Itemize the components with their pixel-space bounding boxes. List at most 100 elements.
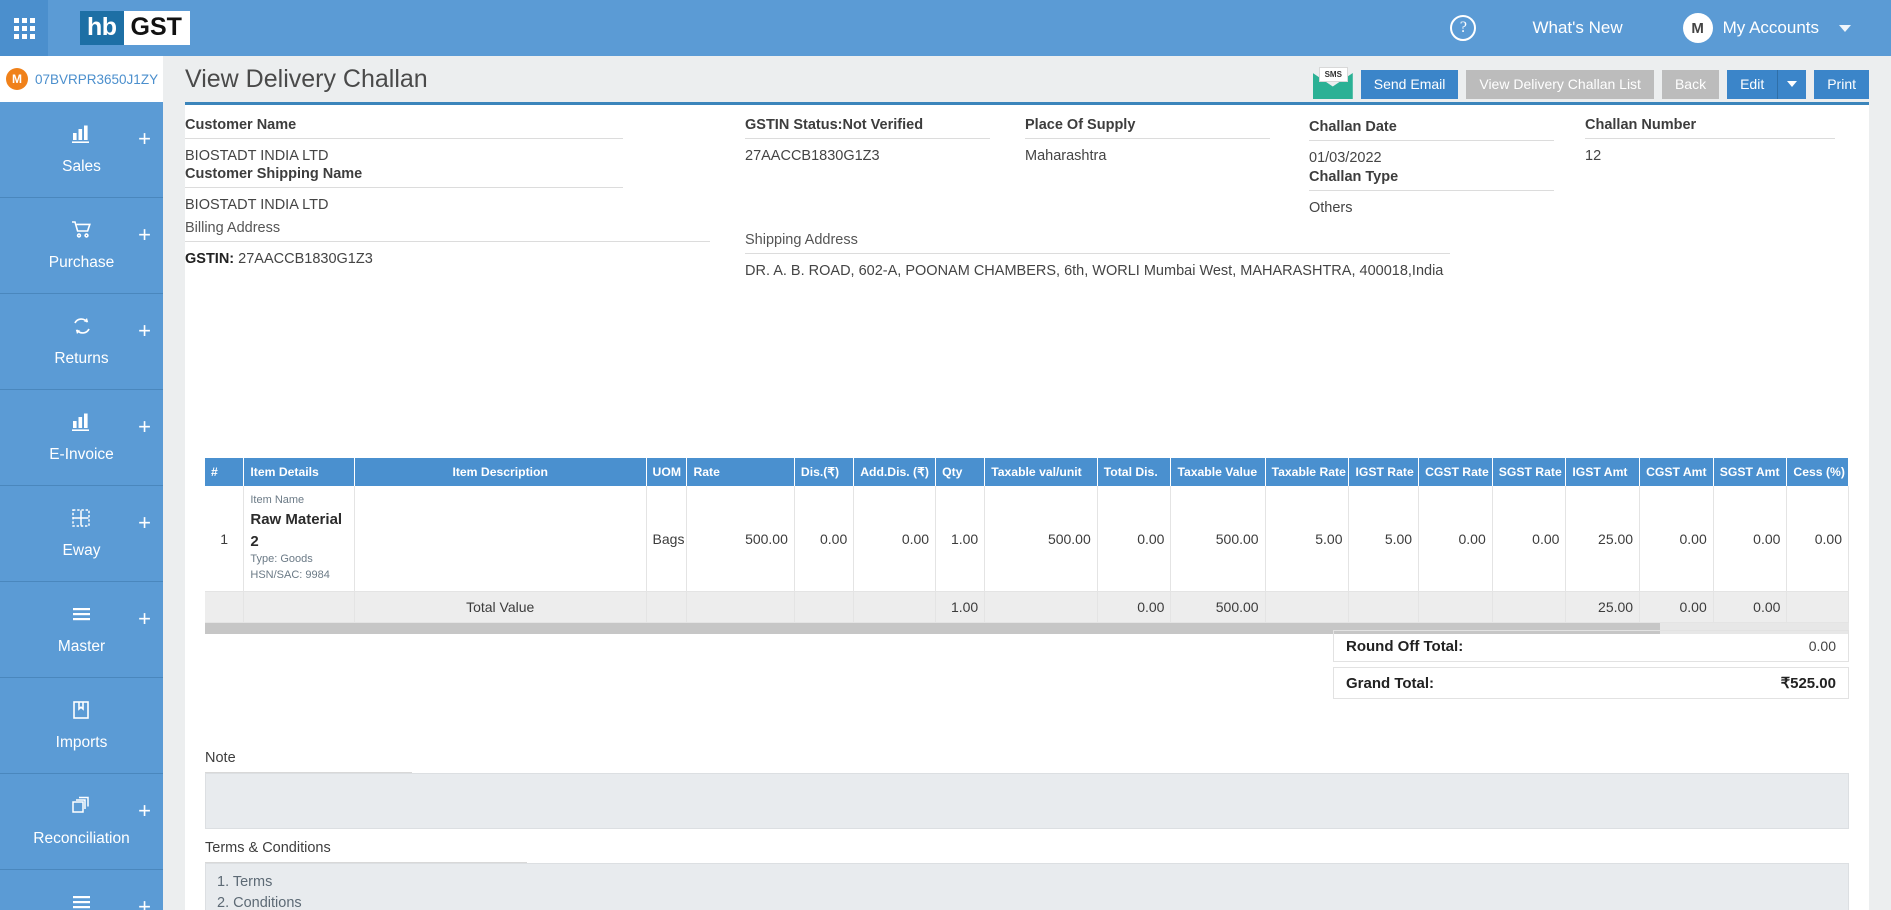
- apps-launcher-button[interactable]: [0, 0, 48, 56]
- cell-rate: 500.00: [686, 486, 795, 593]
- terms-field-wrap: [205, 863, 1849, 910]
- print-button[interactable]: Print: [1814, 69, 1869, 99]
- sidebar-item-eway[interactable]: Eway +: [0, 486, 163, 582]
- view-delivery-challan-list-button[interactable]: View Delivery Challan List: [1466, 69, 1654, 99]
- sidebar-add-sales-button[interactable]: +: [138, 128, 151, 150]
- col-item-description: Item Description: [354, 458, 647, 486]
- cell-cgst-amt: 0.00: [1639, 486, 1714, 593]
- billing-gstin-prefix: GSTIN:: [185, 251, 235, 267]
- edit-button[interactable]: Edit: [1727, 69, 1779, 99]
- billing-gstin-value: 27AACCB1830G1Z3: [238, 251, 373, 267]
- sidebar-item-sales[interactable]: Sales +: [0, 102, 163, 198]
- col-taxable-rate: Taxable Rate: [1265, 458, 1350, 486]
- sidebar-add-eway-button[interactable]: +: [138, 512, 151, 534]
- items-table-total-row: Total Value 1.00 0.00 500.00 25.00 0.00 …: [205, 591, 1849, 624]
- total-cgst-amt: 0.00: [1639, 591, 1714, 624]
- total-taxable-value: 500.00: [1170, 591, 1266, 624]
- note-field-wrap: [205, 773, 1849, 829]
- sidebar-item-label: Sales: [62, 157, 101, 175]
- back-button[interactable]: Back: [1661, 69, 1720, 99]
- total-igst-amt: 25.00: [1565, 591, 1641, 624]
- terms-conditions-label: Terms & Conditions: [205, 840, 527, 863]
- bookmark-book-icon: [71, 700, 93, 724]
- col-taxable-value: Taxable Value: [1170, 458, 1266, 486]
- sidebar-item-reconciliation[interactable]: Reconciliation +: [0, 774, 163, 870]
- sidebar-item-label: Eway: [62, 541, 101, 559]
- avatar: M: [1682, 13, 1713, 43]
- sidebar-item-reports[interactable]: Reports +: [0, 870, 163, 910]
- col-sr: #: [205, 458, 245, 486]
- cell-taxable-rate: 5.00: [1265, 486, 1350, 593]
- item-hsn-sac: HSN/SAC: 9984: [250, 569, 330, 582]
- sidebar-item-imports[interactable]: Imports: [0, 678, 163, 774]
- sidebar-item-master[interactable]: Master +: [0, 582, 163, 678]
- my-accounts-label: My Accounts: [1722, 18, 1819, 37]
- top-navigation-bar: hb GST ? What's New M My Accounts: [0, 0, 1891, 56]
- challan-card: SMS Send Email View Delivery Challan Lis…: [185, 67, 1869, 910]
- item-name-value: Raw Material 2: [250, 510, 343, 550]
- sidebar-add-e-invoice-button[interactable]: +: [138, 416, 151, 438]
- col-cgst-rate: CGST Rate: [1418, 458, 1493, 486]
- sidebar-item-e-invoice[interactable]: E-Invoice +: [0, 390, 163, 486]
- sidebar-item-purchase[interactable]: Purchase +: [0, 198, 163, 294]
- col-sgst-rate: SGST Rate: [1492, 458, 1567, 486]
- grand-total-label: Grand Total:: [1346, 674, 1435, 692]
- sidebar-add-returns-button[interactable]: +: [138, 320, 151, 342]
- challan-details-section: Customer Name BIOSTADT INDIA LTD Custome…: [185, 117, 1869, 332]
- sms-badge-label: SMS: [1318, 67, 1348, 82]
- sms-envelope-icon[interactable]: SMS: [1312, 67, 1353, 99]
- refresh-cycle-icon: [71, 316, 93, 340]
- help-question-icon[interactable]: ?: [1450, 15, 1477, 41]
- field-value: BIOSTADT INDIA LTD: [185, 148, 329, 164]
- field-place-of-supply: Place Of Supply Maharashtra: [1025, 117, 1270, 167]
- terms-conditions-textarea[interactable]: [205, 863, 1849, 910]
- col-rate: Rate: [686, 458, 795, 486]
- note-terms-section: Note Terms & Conditions: [205, 750, 1849, 910]
- sidebar-item-returns[interactable]: Returns +: [0, 294, 163, 390]
- field-value: Others: [1309, 200, 1353, 216]
- hamburger-lines-icon: [71, 892, 93, 910]
- grand-total-value: ₹525.00: [1780, 675, 1836, 692]
- items-table-header-row: # Item Details Item Description UOM Rate…: [205, 458, 1849, 486]
- page-title: View Delivery Challan: [185, 64, 428, 93]
- field-challan-type: Challan Type Others: [1309, 169, 1554, 219]
- dashed-grid-icon: [71, 508, 93, 532]
- note-label: Note: [205, 750, 412, 773]
- sidebar-add-reports-button[interactable]: +: [138, 896, 151, 910]
- whats-new-link[interactable]: What's New: [1532, 18, 1622, 38]
- col-igst-amt: IGST Amt: [1565, 458, 1641, 486]
- field-value: BIOSTADT INDIA LTD: [185, 197, 329, 213]
- field-customer-shipping-name: Customer Shipping Name BIOSTADT INDIA LT…: [185, 166, 623, 216]
- field-value: 27AACCB1830G1Z3: [745, 148, 880, 164]
- field-gstin-status: GSTIN Status:Not Verified 27AACCB1830G1Z…: [745, 117, 990, 167]
- sidebar-item-label: Reconciliation: [33, 829, 130, 847]
- field-label: Customer Shipping Name: [185, 166, 623, 188]
- shopping-cart-icon: [71, 220, 93, 244]
- field-billing-address: Billing Address GSTIN: 27AACCB1830G1Z3: [185, 220, 710, 270]
- col-uom: UOM: [646, 458, 688, 486]
- table-row: 1 Item Name Raw Material 2 Type: Goods H…: [205, 486, 1849, 593]
- field-label: GSTIN Status:Not Verified: [745, 117, 990, 139]
- note-textarea[interactable]: [205, 773, 1849, 829]
- sidebar-add-master-button[interactable]: +: [138, 608, 151, 630]
- active-gstin-bar[interactable]: M 07BVRPR3650J1ZY: [0, 56, 163, 102]
- my-accounts-menu[interactable]: M My Accounts: [1682, 13, 1851, 43]
- sidebar-item-label: Purchase: [48, 253, 115, 271]
- brand-logo[interactable]: hb GST: [80, 11, 190, 45]
- cell-sgst-amt: 0.00: [1713, 486, 1788, 593]
- layers-stack-icon: [71, 796, 93, 820]
- field-label: Place Of Supply: [1025, 117, 1270, 139]
- send-email-button[interactable]: Send Email: [1360, 69, 1459, 99]
- items-table-container: # Item Details Item Description UOM Rate…: [205, 458, 1849, 635]
- grand-total-row: Grand Total: ₹525.00: [1333, 667, 1849, 699]
- field-label: Challan Number: [1585, 117, 1835, 139]
- total-label: Total Value: [354, 591, 647, 624]
- total-sgst-amt: 0.00: [1713, 591, 1788, 624]
- field-label: Shipping Address: [745, 232, 1450, 254]
- sidebar-add-reconciliation-button[interactable]: +: [138, 800, 151, 822]
- edit-dropdown-toggle[interactable]: [1778, 69, 1807, 99]
- col-discount: Dis.(₹): [794, 458, 855, 486]
- sidebar-item-label: Master: [57, 637, 106, 655]
- sidebar-item-label: Imports: [55, 733, 108, 751]
- sidebar-add-purchase-button[interactable]: +: [138, 224, 151, 246]
